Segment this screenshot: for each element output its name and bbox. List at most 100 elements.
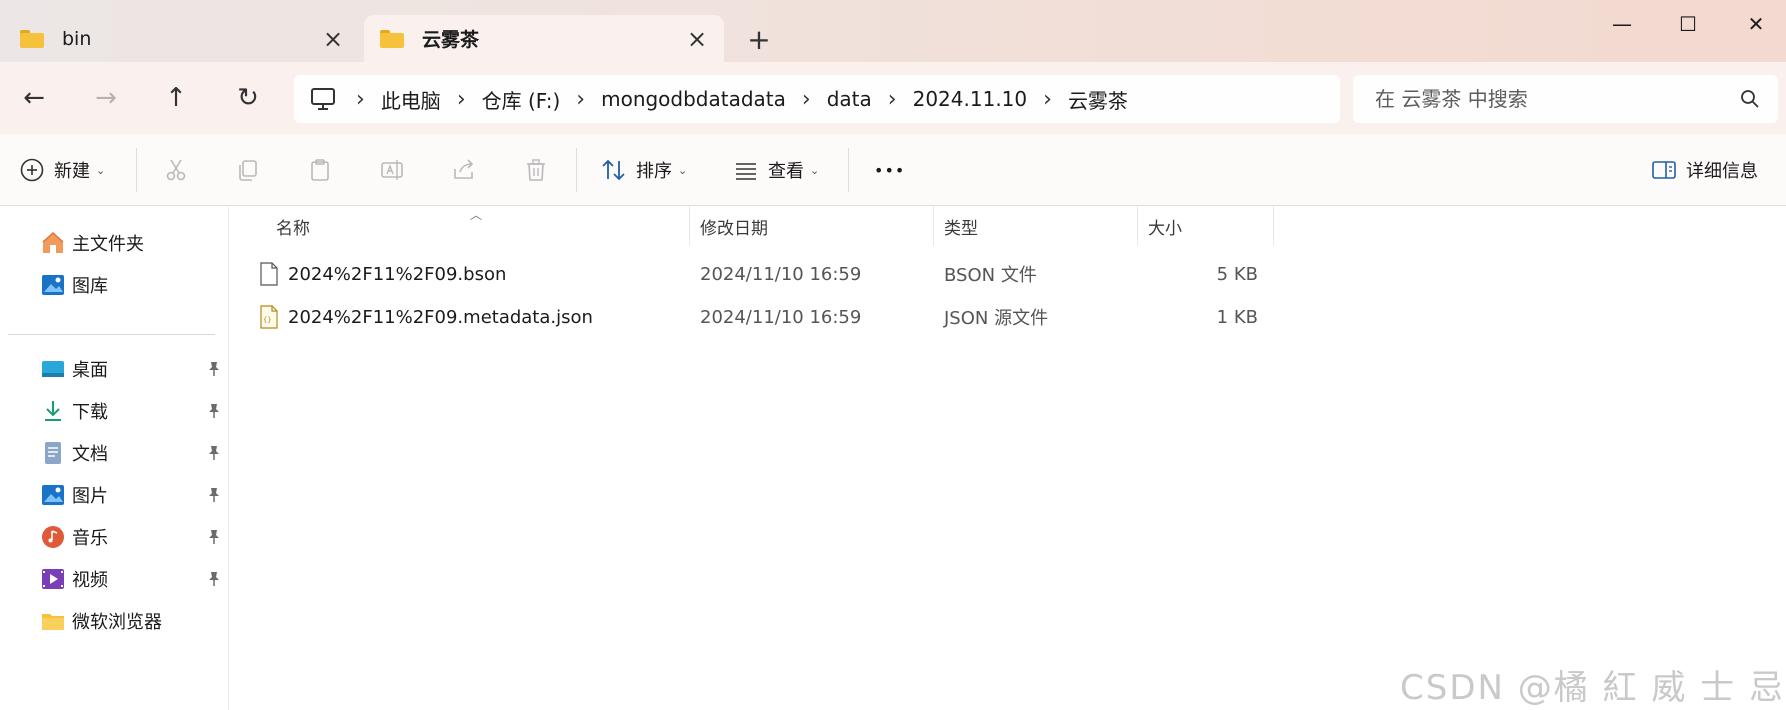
search-box[interactable] — [1353, 75, 1778, 123]
sidebar-item-home[interactable]: 主文件夹 — [40, 224, 229, 262]
tab-yunwucha[interactable]: 云雾茶 × — [364, 15, 724, 62]
rename-button[interactable] — [378, 148, 406, 192]
back-button[interactable]: ← — [12, 76, 56, 120]
breadcrumb-mongodbdatadata[interactable]: mongodbdatadata — [601, 87, 786, 111]
breadcrumb-this-pc[interactable]: 此电脑 — [381, 85, 441, 114]
chevron-right-icon[interactable]: › — [356, 87, 365, 112]
refresh-button[interactable]: ↻ — [226, 76, 270, 120]
svg-text:{}: {} — [263, 316, 271, 324]
pin-icon[interactable] — [207, 571, 221, 587]
pin-icon[interactable] — [207, 529, 221, 545]
cut-button[interactable] — [162, 148, 190, 192]
pin-icon[interactable] — [207, 487, 221, 503]
sidebar-item-pictures[interactable]: 图片 — [40, 476, 229, 514]
copy-button[interactable] — [234, 148, 262, 192]
column-header-size[interactable]: 大小 — [1138, 206, 1274, 246]
sidebar-item-videos[interactable]: 视频 — [40, 560, 229, 598]
details-pane-button[interactable]: 详细信息 — [1650, 148, 1758, 192]
file-icon — [260, 254, 280, 294]
trash-icon — [522, 156, 550, 184]
music-icon — [40, 524, 66, 550]
sidebar-item-gallery[interactable]: 图库 — [40, 266, 229, 304]
breadcrumb-drive[interactable]: 仓库 (F:) — [482, 85, 561, 114]
toolbar-divider — [576, 148, 577, 192]
sort-button-label: 排序 — [636, 161, 672, 182]
tab-close-icon[interactable]: × — [316, 22, 350, 56]
download-icon — [40, 398, 66, 424]
file-row[interactable]: {} 2024%2F11%2F09.metadata.json 2024/11/… — [230, 297, 1274, 337]
share-icon — [450, 156, 478, 184]
column-divider[interactable] — [1273, 206, 1274, 246]
pin-icon[interactable] — [207, 361, 221, 377]
home-icon — [40, 230, 66, 256]
search-icon[interactable] — [1740, 89, 1760, 109]
file-type: JSON 源文件 — [944, 308, 1049, 329]
watermark: CSDN @橘 紅 威 士 忌、 — [1400, 668, 1786, 708]
breadcrumb-date-folder[interactable]: 2024.11.10 — [913, 87, 1028, 111]
paste-button[interactable] — [306, 148, 334, 192]
file-row[interactable]: 2024%2F11%2F09.bson 2024/11/10 16:59 BSO… — [230, 254, 1274, 294]
more-options-icon: ••• — [874, 160, 906, 180]
column-header-modified[interactable]: 修改日期 — [690, 206, 934, 246]
sidebar-item-label: 文档 — [72, 444, 108, 465]
sidebar-item-label: 下载 — [72, 402, 108, 423]
folder-icon — [20, 29, 44, 48]
sidebar-item-label: 音乐 — [72, 528, 108, 549]
breadcrumb-current[interactable]: 云雾茶 — [1068, 85, 1128, 114]
column-header-row: ︿ 名称 修改日期 类型 大小 — [230, 206, 1274, 246]
up-button[interactable]: ↑ — [154, 76, 198, 120]
chevron-down-icon: ⌄ — [678, 163, 688, 177]
pin-icon[interactable] — [207, 403, 221, 419]
sidebar-item-documents[interactable]: 文档 — [40, 434, 229, 472]
folder-icon — [380, 29, 404, 48]
navigation-pane: 主文件夹 图库 桌面 下载 文档 图片 音乐 视频 微软浏览器 — [0, 206, 229, 710]
sidebar-item-desktop[interactable]: 桌面 — [40, 350, 229, 388]
sidebar-item-downloads[interactable]: 下载 — [40, 392, 229, 430]
breadcrumb-data[interactable]: data — [827, 87, 872, 111]
sidebar-item-edge-folder[interactable]: 微软浏览器 — [40, 602, 229, 640]
sidebar-item-music[interactable]: 音乐 — [40, 518, 229, 556]
new-button[interactable]: 新建 ⌄ — [18, 148, 105, 192]
share-button[interactable] — [450, 148, 478, 192]
new-tab-button[interactable]: + — [742, 22, 776, 56]
pin-icon[interactable] — [207, 445, 221, 461]
folder-icon — [40, 608, 66, 634]
command-toolbar: 新建 ⌄ 排序 ⌄ 查看 ⌄ ••• 详细信息 — [0, 134, 1786, 206]
chevron-right-icon[interactable]: › — [802, 87, 811, 112]
scissors-icon — [162, 156, 190, 184]
chevron-right-icon[interactable]: › — [576, 87, 585, 112]
forward-button[interactable]: → — [84, 76, 128, 120]
chevron-right-icon[interactable]: › — [888, 87, 897, 112]
sidebar-item-label: 微软浏览器 — [72, 612, 162, 633]
list-view-icon — [732, 156, 760, 184]
search-input[interactable] — [1375, 87, 1715, 111]
sidebar-divider — [8, 334, 215, 335]
column-header-type[interactable]: 类型 — [934, 206, 1138, 246]
document-icon — [40, 440, 66, 466]
more-options-button[interactable]: ••• — [874, 148, 905, 192]
tab-close-icon[interactable]: × — [680, 22, 714, 56]
sidebar-item-label: 桌面 — [72, 360, 108, 381]
tab-bin[interactable]: bin × — [4, 15, 360, 62]
file-type: BSON 文件 — [944, 265, 1037, 286]
file-modified: 2024/11/10 16:59 — [700, 263, 862, 285]
sort-button[interactable]: 排序 ⌄ — [600, 148, 687, 192]
minimize-button[interactable]: — — [1592, 0, 1652, 48]
address-bar[interactable]: › 此电脑 › 仓库 (F:) › mongodbdatadata › data… — [294, 75, 1340, 123]
close-window-button[interactable]: ✕ — [1726, 0, 1786, 48]
toolbar-divider — [136, 148, 137, 192]
maximize-button[interactable]: ☐ — [1658, 0, 1718, 48]
json-file-icon: {} — [260, 297, 280, 337]
file-name: 2024%2F11%2F09.bson — [288, 263, 507, 285]
chevron-right-icon[interactable]: › — [1043, 87, 1052, 112]
computer-icon[interactable] — [306, 82, 340, 116]
desktop-icon — [40, 356, 66, 382]
rename-icon — [378, 156, 406, 184]
delete-button[interactable] — [522, 148, 550, 192]
file-size: 1 KB — [1216, 306, 1258, 328]
column-header-name[interactable]: 名称 — [230, 206, 690, 246]
chevron-right-icon[interactable]: › — [457, 87, 466, 112]
navigation-bar: ← → ↑ ↻ › 此电脑 › 仓库 (F:) › mongodbdatadat… — [0, 62, 1786, 134]
view-button[interactable]: 查看 ⌄ — [732, 148, 819, 192]
tab-label: 云雾茶 — [422, 29, 480, 51]
